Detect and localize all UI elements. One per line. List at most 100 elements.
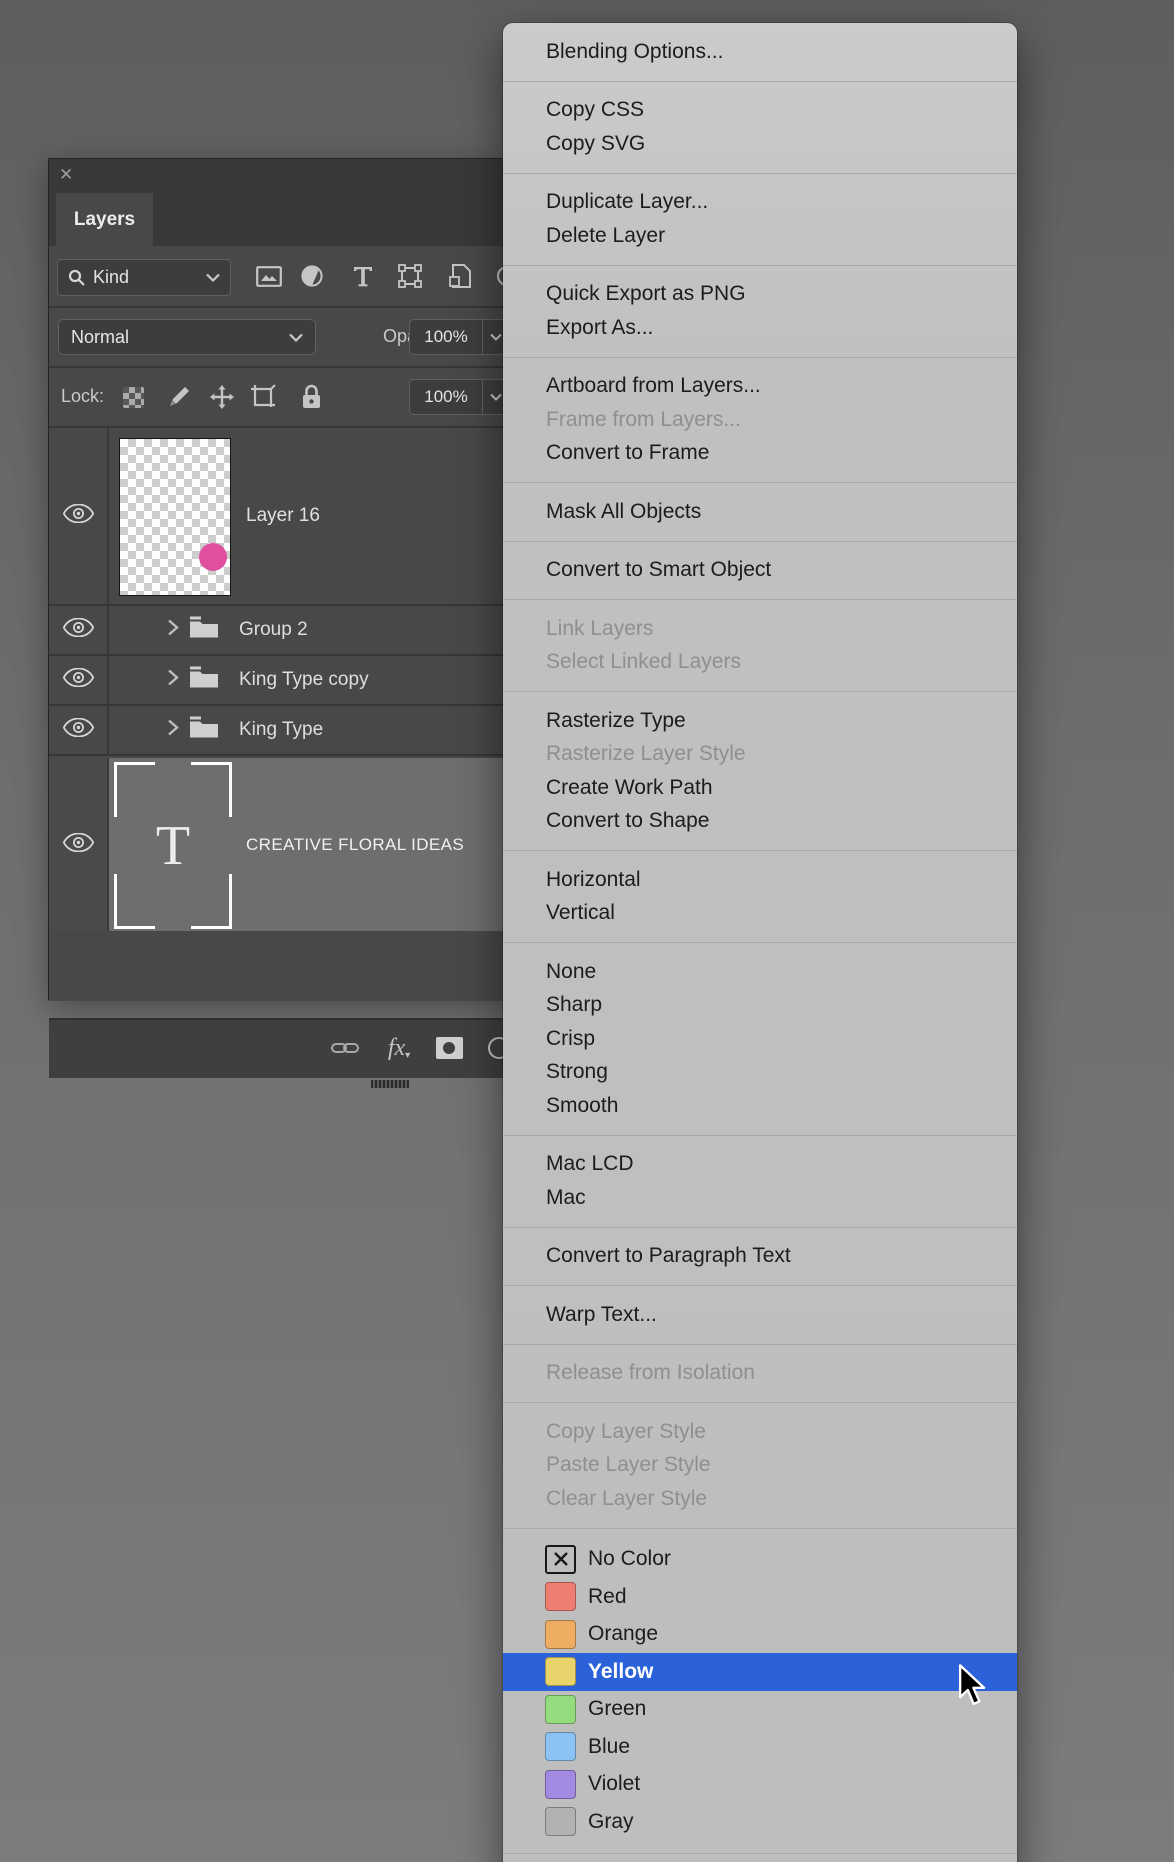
layer-row-king-type-copy[interactable]: King Type copy — [49, 656, 511, 704]
menu-item-label: Artboard from Layers... — [546, 374, 761, 398]
chevron-down-icon — [206, 273, 220, 282]
layer-row-group-2[interactable]: Group 2 — [49, 606, 511, 654]
menu-item-delete-layer[interactable]: Delete Layer — [503, 219, 1017, 253]
panel-bottom-bar: fx ▾ — [49, 1018, 510, 1078]
tab-layers[interactable]: Layers — [56, 193, 153, 246]
menu-item-convert-to-shape[interactable]: Convert to Shape — [503, 805, 1017, 839]
layer-name[interactable]: CREATIVE FLORAL IDEAS — [246, 835, 464, 855]
close-panel-icon[interactable]: ✕ — [59, 165, 73, 185]
menu-item-warp-text[interactable]: Warp Text... — [503, 1298, 1017, 1332]
layer-name[interactable]: Group 2 — [239, 619, 308, 641]
expand-group-button[interactable] — [167, 669, 179, 692]
visibility-toggle[interactable] — [62, 617, 94, 642]
menu-item-gray[interactable]: Gray — [503, 1803, 1017, 1841]
disclosure-chevron-icon — [168, 669, 179, 686]
layer-effects-fx-icon[interactable]: fx ▾ — [377, 1028, 421, 1068]
menu-item-mask-all-objects[interactable]: Mask All Objects — [503, 495, 1017, 529]
eye-icon — [62, 503, 94, 524]
menu-item-copy-css[interactable]: Copy CSS — [503, 94, 1017, 128]
menu-item-label: Release from Isolation — [546, 1361, 755, 1385]
menu-item-artboard-from-layers[interactable]: Artboard from Layers... — [503, 370, 1017, 404]
expand-group-button[interactable] — [167, 719, 179, 742]
visibility-toggle[interactable] — [62, 832, 94, 857]
menu-item-label: Frame from Layers... — [546, 407, 741, 431]
adjustment-layer-filter-icon[interactable] — [290, 256, 334, 296]
lock-transparent-pixels-icon[interactable] — [115, 377, 151, 417]
menu-group: Rasterize Type Rasterize Layer Style Creat… — [503, 692, 1017, 850]
menu-item-label: Gray — [588, 1809, 634, 1833]
menu-item-blue[interactable]: Blue — [503, 1728, 1017, 1766]
layer-name[interactable]: King Type — [239, 719, 323, 741]
fill-value: 100% — [424, 387, 468, 406]
menu-item-quick-export-as-png[interactable]: Quick Export as PNG — [503, 278, 1017, 312]
menu-item-strong[interactable]: Strong — [503, 1056, 1017, 1090]
eye-icon — [62, 617, 94, 638]
menu-item-no-color[interactable]: No Color — [503, 1541, 1017, 1579]
menu-item-yellow[interactable]: Yellow — [503, 1653, 1017, 1691]
smart-object-filter-icon[interactable] — [438, 256, 482, 296]
eye-icon — [62, 717, 94, 738]
visibility-toggle[interactable] — [62, 667, 94, 692]
layer-row-creative-floral-ideas[interactable]: T CREATIVE FLORAL IDEAS — [49, 758, 511, 931]
shape-layer-filter-icon[interactable] — [388, 256, 432, 296]
panel-resize-grip[interactable] — [371, 1080, 409, 1088]
menu-item-orange[interactable]: Orange — [503, 1616, 1017, 1654]
layer-row-king-type[interactable]: King Type — [49, 706, 511, 754]
color-swatch-orange — [545, 1619, 576, 1649]
blend-mode-select[interactable]: Normal — [58, 319, 316, 355]
menu-group: Mask All Objects — [503, 483, 1017, 541]
menu-item-label: Create Work Path — [546, 775, 713, 799]
menu-item-violet[interactable]: Violet — [503, 1766, 1017, 1804]
link-layers-icon[interactable] — [323, 1028, 367, 1068]
visibility-toggle[interactable] — [62, 503, 94, 528]
pixel-layer-filter-icon[interactable] — [247, 256, 291, 296]
menu-item-convert-to-frame[interactable]: Convert to Frame — [503, 437, 1017, 471]
lock-image-pixels-icon[interactable] — [161, 377, 197, 417]
search-icon — [68, 269, 85, 286]
menu-item-blending-options[interactable]: Blending Options... — [503, 35, 1017, 69]
menu-item-horizontal[interactable]: Horizontal — [503, 863, 1017, 897]
menu-item-duplicate-layer[interactable]: Duplicate Layer... — [503, 186, 1017, 220]
lock-row: Lock: 100% — [49, 368, 511, 426]
menu-item-mac-lcd[interactable]: Mac LCD — [503, 1148, 1017, 1182]
color-swatch-red — [545, 1582, 576, 1612]
menu-item-convert-to-smart-object[interactable]: Convert to Smart Object — [503, 554, 1017, 588]
menu-item-export-as[interactable]: Export As... — [503, 311, 1017, 345]
type-layer-filter-icon[interactable] — [341, 256, 385, 296]
menu-group: Copy Layer Style Paste Layer Style Clear L… — [503, 1403, 1017, 1528]
menu-item-copy-svg[interactable]: Copy SVG — [503, 127, 1017, 161]
layer-thumbnail[interactable] — [119, 438, 231, 596]
menu-item-clear-layer-style: Clear Layer Style — [503, 1482, 1017, 1516]
menu-item-label: Convert to Smart Object — [546, 558, 772, 582]
menu-item-label: Quick Export as PNG — [546, 282, 746, 306]
menu-item-rasterize-type[interactable]: Rasterize Type — [503, 704, 1017, 738]
menu-item-sharp[interactable]: Sharp — [503, 989, 1017, 1023]
menu-item-convert-to-paragraph-text[interactable]: Convert to Paragraph Text — [503, 1240, 1017, 1274]
opacity-field[interactable]: 100% — [409, 319, 511, 355]
menu-group: Release from Isolation — [503, 1345, 1017, 1403]
expand-group-button[interactable] — [167, 619, 179, 642]
lock-artboard-icon[interactable] — [246, 377, 282, 417]
menu-item-red[interactable]: Red — [503, 1578, 1017, 1616]
menu-item-create-work-path[interactable]: Create Work Path — [503, 771, 1017, 805]
menu-item-label: Yellow — [588, 1659, 654, 1683]
layer-row-layer-16[interactable]: Layer 16 — [49, 428, 511, 604]
menu-item-mac[interactable]: Mac — [503, 1181, 1017, 1215]
menu-item-label: Duplicate Layer... — [546, 190, 709, 214]
menu-item-label: Horizontal — [546, 867, 641, 891]
text-layer-thumbnail[interactable]: T — [114, 762, 232, 929]
filter-kind-select[interactable]: Kind — [57, 259, 231, 296]
pink-dot-artwork — [199, 543, 227, 571]
menu-item-none[interactable]: None — [503, 955, 1017, 989]
layer-name[interactable]: Layer 16 — [246, 505, 320, 527]
layer-name[interactable]: King Type copy — [239, 669, 369, 691]
fill-field[interactable]: 100% — [409, 379, 511, 415]
menu-item-crisp[interactable]: Crisp — [503, 1022, 1017, 1056]
menu-item-label: Clear Layer Style — [546, 1486, 708, 1510]
visibility-toggle[interactable] — [62, 717, 94, 742]
menu-item-smooth[interactable]: Smooth — [503, 1089, 1017, 1123]
add-layer-mask-icon[interactable] — [427, 1028, 471, 1068]
menu-item-green[interactable]: Green — [503, 1691, 1017, 1729]
lock-position-icon[interactable] — [204, 377, 240, 417]
menu-item-vertical[interactable]: Vertical — [503, 897, 1017, 931]
